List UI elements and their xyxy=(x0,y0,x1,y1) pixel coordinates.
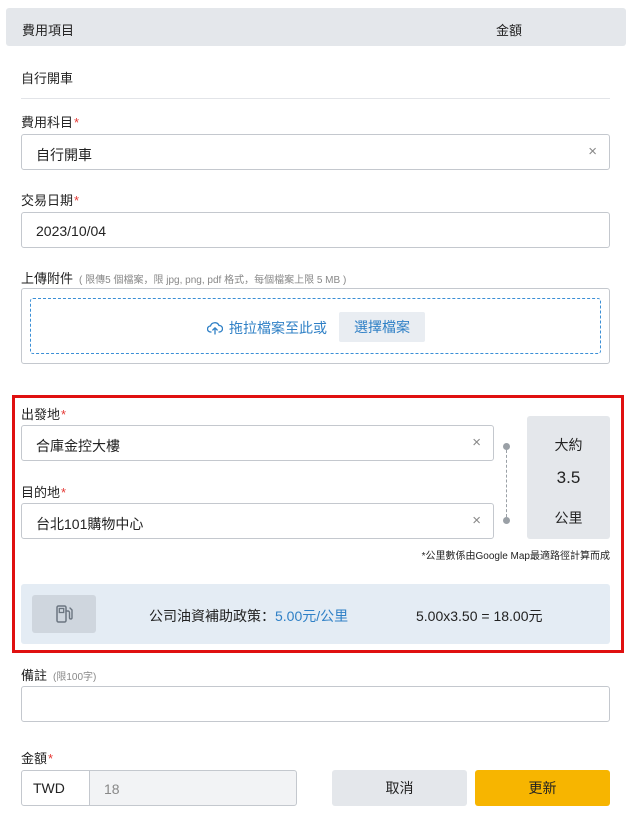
drop-prompt: 拖拉檔案至此或 xyxy=(207,318,327,338)
transaction-date-value: 2023/10/04 xyxy=(36,223,107,239)
cloud-upload-icon xyxy=(207,321,223,335)
distance-card: 大約 3.5 公里 xyxy=(527,416,610,539)
distance-prefix: 大約 xyxy=(554,437,583,453)
table-header: 費用項目 金額 xyxy=(6,8,626,46)
destination-value: 台北101購物中心 xyxy=(36,516,144,532)
amount-input[interactable]: 18 xyxy=(89,770,297,806)
required-mark: * xyxy=(61,407,67,422)
amount-label: 金額* xyxy=(21,751,54,766)
amount-value: 18 xyxy=(104,781,120,797)
policy-calculation: 5.00x3.50 = 18.00元 xyxy=(416,608,543,624)
clear-icon[interactable]: × xyxy=(472,434,481,451)
attachment-upload-box: 拖拉檔案至此或 選擇檔案 xyxy=(21,288,610,364)
transaction-date-label: 交易日期* xyxy=(21,193,80,208)
route-connector-line xyxy=(506,450,507,517)
route-end-dot xyxy=(503,517,510,524)
policy-rate: 5.00元/公里 xyxy=(275,608,349,624)
attachment-hint: ( 限傳5 個檔案，限 jpg, png, pdf 格式，每個檔案上限 5 MB… xyxy=(79,275,347,286)
distance-unit: 公里 xyxy=(554,510,583,526)
remarks-hint: (限100字) xyxy=(53,672,97,683)
expense-category-label: 費用科目* xyxy=(21,115,80,130)
drop-text: 拖拉檔案至此或 xyxy=(229,320,327,336)
remarks-label: 備註 (限100字) xyxy=(21,668,97,683)
fuel-icon-box xyxy=(32,595,96,633)
origin-input[interactable]: 合庫金控大樓 × xyxy=(21,425,494,461)
remarks-input[interactable] xyxy=(21,686,610,722)
update-button[interactable]: 更新 xyxy=(475,770,610,806)
currency-value: TWD xyxy=(33,780,65,796)
destination-input[interactable]: 台北101購物中心 × xyxy=(21,503,494,539)
currency-select[interactable]: TWD xyxy=(21,770,90,806)
route-start-dot xyxy=(503,443,510,450)
column-header-amount: 金額 xyxy=(496,23,523,38)
policy-label: 公司油資補助政策： xyxy=(149,608,275,624)
origin-label: 出發地* xyxy=(21,407,67,422)
required-mark: * xyxy=(61,485,67,500)
required-mark: * xyxy=(48,751,54,766)
required-mark: * xyxy=(74,193,80,208)
policy-text: 公司油資補助政策：5.00元/公里 xyxy=(149,606,348,626)
divider xyxy=(21,98,610,99)
expense-category-select[interactable]: 自行開車 × xyxy=(21,134,610,170)
column-header-item: 費用項目 xyxy=(22,23,75,38)
fuel-pump-icon xyxy=(55,604,73,624)
choose-file-button[interactable]: 選擇檔案 xyxy=(339,312,425,342)
clear-icon[interactable]: × xyxy=(472,512,481,529)
origin-value: 合庫金控大樓 xyxy=(36,438,120,454)
distance-value: 3.5 xyxy=(556,468,581,487)
distance-note: *公里數係由Google Map最適路徑計算而成 xyxy=(421,551,610,562)
expense-category-value: 自行開車 xyxy=(36,147,92,163)
cancel-button[interactable]: 取消 xyxy=(332,770,467,806)
file-drop-zone[interactable]: 拖拉檔案至此或 選擇檔案 xyxy=(30,298,601,354)
transaction-date-input[interactable]: 2023/10/04 xyxy=(21,212,610,248)
section-title: 自行開車 xyxy=(21,71,74,86)
fuel-policy-panel: 公司油資補助政策：5.00元/公里 5.00x3.50 = 18.00元 xyxy=(21,584,610,644)
required-mark: * xyxy=(74,115,80,130)
destination-label: 目的地* xyxy=(21,485,67,500)
clear-icon[interactable]: × xyxy=(588,143,597,160)
attachment-label: 上傳附件( 限傳5 個檔案，限 jpg, png, pdf 格式，每個檔案上限 … xyxy=(21,271,347,286)
